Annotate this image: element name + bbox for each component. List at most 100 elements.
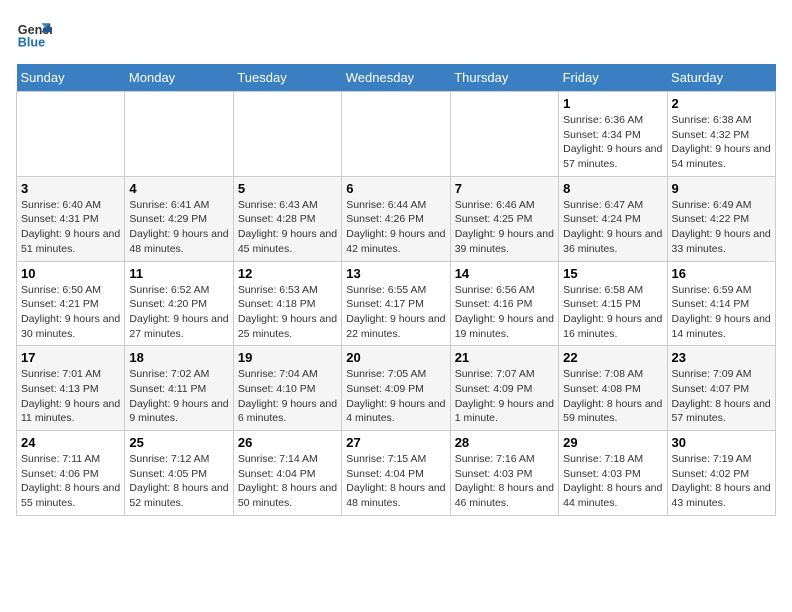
day-cell [233, 92, 341, 177]
day-cell: 17 Sunrise: 7:01 AM Sunset: 4:13 PM Dayli… [17, 346, 125, 431]
day-cell: 7 Sunrise: 6:46 AM Sunset: 4:25 PM Daylig… [450, 176, 558, 261]
day-info: Sunrise: 7:12 AM Sunset: 4:05 PM Dayligh… [129, 452, 228, 511]
day-cell: 24 Sunrise: 7:11 AM Sunset: 4:06 PM Dayli… [17, 431, 125, 516]
day-number: 6 [346, 181, 445, 196]
day-number: 10 [21, 266, 120, 281]
day-info: Sunrise: 6:46 AM Sunset: 4:25 PM Dayligh… [455, 198, 554, 257]
day-cell: 11Sunrise: 6:52 AM Sunset: 4:20 PM Dayli… [125, 261, 233, 346]
day-cell: 5 Sunrise: 6:43 AM Sunset: 4:28 PM Daylig… [233, 176, 341, 261]
day-cell: 21 Sunrise: 7:07 AM Sunset: 4:09 PM Dayli… [450, 346, 558, 431]
week-row-4: 17 Sunrise: 7:01 AM Sunset: 4:13 PM Dayli… [17, 346, 776, 431]
day-info: Sunrise: 7:02 AM Sunset: 4:11 PM Dayligh… [129, 367, 228, 426]
day-info: Sunrise: 6:55 AM Sunset: 4:17 PM Dayligh… [346, 283, 445, 342]
day-number: 14 [455, 266, 554, 281]
day-info: Sunrise: 6:44 AM Sunset: 4:26 PM Dayligh… [346, 198, 445, 257]
day-cell: 12 Sunrise: 6:53 AM Sunset: 4:18 PM Dayli… [233, 261, 341, 346]
day-number: 8 [563, 181, 662, 196]
day-cell: 10Sunrise: 6:50 AM Sunset: 4:21 PM Dayli… [17, 261, 125, 346]
header-tuesday: Tuesday [233, 64, 341, 92]
day-cell: 14Sunrise: 6:56 AM Sunset: 4:16 PM Dayli… [450, 261, 558, 346]
week-row-2: 3 Sunrise: 6:40 AM Sunset: 4:31 PM Daylig… [17, 176, 776, 261]
day-cell [17, 92, 125, 177]
day-info: Sunrise: 6:58 AM Sunset: 4:15 PM Dayligh… [563, 283, 662, 342]
logo-icon: General Blue [16, 16, 52, 52]
day-cell [125, 92, 233, 177]
day-info: Sunrise: 6:49 AM Sunset: 4:22 PM Dayligh… [672, 198, 771, 257]
day-info: Sunrise: 7:09 AM Sunset: 4:07 PM Dayligh… [672, 367, 771, 426]
day-number: 22 [563, 350, 662, 365]
day-cell: 15 Sunrise: 6:58 AM Sunset: 4:15 PM Dayli… [559, 261, 667, 346]
day-cell: 3 Sunrise: 6:40 AM Sunset: 4:31 PM Daylig… [17, 176, 125, 261]
day-info: Sunrise: 7:11 AM Sunset: 4:06 PM Dayligh… [21, 452, 120, 511]
header-wednesday: Wednesday [342, 64, 450, 92]
logo: General Blue [16, 16, 56, 52]
day-number: 30 [672, 435, 771, 450]
day-number: 21 [455, 350, 554, 365]
day-info: Sunrise: 6:40 AM Sunset: 4:31 PM Dayligh… [21, 198, 120, 257]
day-number: 24 [21, 435, 120, 450]
day-info: Sunrise: 6:36 AM Sunset: 4:34 PM Dayligh… [563, 113, 662, 172]
day-info: Sunrise: 7:08 AM Sunset: 4:08 PM Dayligh… [563, 367, 662, 426]
day-number: 12 [238, 266, 337, 281]
day-number: 4 [129, 181, 228, 196]
day-info: Sunrise: 7:14 AM Sunset: 4:04 PM Dayligh… [238, 452, 337, 511]
day-cell: 25 Sunrise: 7:12 AM Sunset: 4:05 PM Dayli… [125, 431, 233, 516]
day-number: 1 [563, 96, 662, 111]
svg-text:Blue: Blue [18, 36, 45, 50]
day-info: Sunrise: 6:47 AM Sunset: 4:24 PM Dayligh… [563, 198, 662, 257]
day-cell: 9Sunrise: 6:49 AM Sunset: 4:22 PM Daylig… [667, 176, 775, 261]
day-cell: 26Sunrise: 7:14 AM Sunset: 4:04 PM Dayli… [233, 431, 341, 516]
day-number: 17 [21, 350, 120, 365]
day-cell: 16 Sunrise: 6:59 AM Sunset: 4:14 PM Dayli… [667, 261, 775, 346]
day-cell: 2Sunrise: 6:38 AM Sunset: 4:32 PM Daylig… [667, 92, 775, 177]
day-cell: 4 Sunrise: 6:41 AM Sunset: 4:29 PM Daylig… [125, 176, 233, 261]
day-number: 25 [129, 435, 228, 450]
day-cell: 27Sunrise: 7:15 AM Sunset: 4:04 PM Dayli… [342, 431, 450, 516]
day-cell [450, 92, 558, 177]
day-number: 27 [346, 435, 445, 450]
day-cell: 22 Sunrise: 7:08 AM Sunset: 4:08 PM Dayli… [559, 346, 667, 431]
day-number: 5 [238, 181, 337, 196]
day-cell: 30Sunrise: 7:19 AM Sunset: 4:02 PM Dayli… [667, 431, 775, 516]
header: General Blue [16, 16, 776, 52]
header-row: SundayMondayTuesdayWednesdayThursdayFrid… [17, 64, 776, 92]
day-info: Sunrise: 6:41 AM Sunset: 4:29 PM Dayligh… [129, 198, 228, 257]
day-cell: 19 Sunrise: 7:04 AM Sunset: 4:10 PM Dayli… [233, 346, 341, 431]
day-info: Sunrise: 6:38 AM Sunset: 4:32 PM Dayligh… [672, 113, 771, 172]
day-cell: 18 Sunrise: 7:02 AM Sunset: 4:11 PM Dayli… [125, 346, 233, 431]
day-number: 29 [563, 435, 662, 450]
calendar-table: SundayMondayTuesdayWednesdayThursdayFrid… [16, 64, 776, 516]
day-cell: 23Sunrise: 7:09 AM Sunset: 4:07 PM Dayli… [667, 346, 775, 431]
day-info: Sunrise: 7:01 AM Sunset: 4:13 PM Dayligh… [21, 367, 120, 426]
day-number: 3 [21, 181, 120, 196]
header-saturday: Saturday [667, 64, 775, 92]
day-number: 28 [455, 435, 554, 450]
day-number: 13 [346, 266, 445, 281]
day-number: 7 [455, 181, 554, 196]
header-sunday: Sunday [17, 64, 125, 92]
day-cell: 29 Sunrise: 7:18 AM Sunset: 4:03 PM Dayli… [559, 431, 667, 516]
day-info: Sunrise: 6:53 AM Sunset: 4:18 PM Dayligh… [238, 283, 337, 342]
day-info: Sunrise: 7:07 AM Sunset: 4:09 PM Dayligh… [455, 367, 554, 426]
header-thursday: Thursday [450, 64, 558, 92]
day-number: 19 [238, 350, 337, 365]
day-cell: 8 Sunrise: 6:47 AM Sunset: 4:24 PM Daylig… [559, 176, 667, 261]
day-number: 16 [672, 266, 771, 281]
day-info: Sunrise: 7:18 AM Sunset: 4:03 PM Dayligh… [563, 452, 662, 511]
week-row-3: 10Sunrise: 6:50 AM Sunset: 4:21 PM Dayli… [17, 261, 776, 346]
day-number: 18 [129, 350, 228, 365]
header-monday: Monday [125, 64, 233, 92]
week-row-5: 24 Sunrise: 7:11 AM Sunset: 4:06 PM Dayli… [17, 431, 776, 516]
day-cell: 1 Sunrise: 6:36 AM Sunset: 4:34 PM Daylig… [559, 92, 667, 177]
day-number: 15 [563, 266, 662, 281]
day-cell [342, 92, 450, 177]
day-cell: 28Sunrise: 7:16 AM Sunset: 4:03 PM Dayli… [450, 431, 558, 516]
day-cell: 6 Sunrise: 6:44 AM Sunset: 4:26 PM Daylig… [342, 176, 450, 261]
day-cell: 13 Sunrise: 6:55 AM Sunset: 4:17 PM Dayli… [342, 261, 450, 346]
day-info: Sunrise: 6:59 AM Sunset: 4:14 PM Dayligh… [672, 283, 771, 342]
day-info: Sunrise: 6:43 AM Sunset: 4:28 PM Dayligh… [238, 198, 337, 257]
day-info: Sunrise: 7:05 AM Sunset: 4:09 PM Dayligh… [346, 367, 445, 426]
day-info: Sunrise: 7:04 AM Sunset: 4:10 PM Dayligh… [238, 367, 337, 426]
day-number: 20 [346, 350, 445, 365]
day-cell: 20 Sunrise: 7:05 AM Sunset: 4:09 PM Dayli… [342, 346, 450, 431]
